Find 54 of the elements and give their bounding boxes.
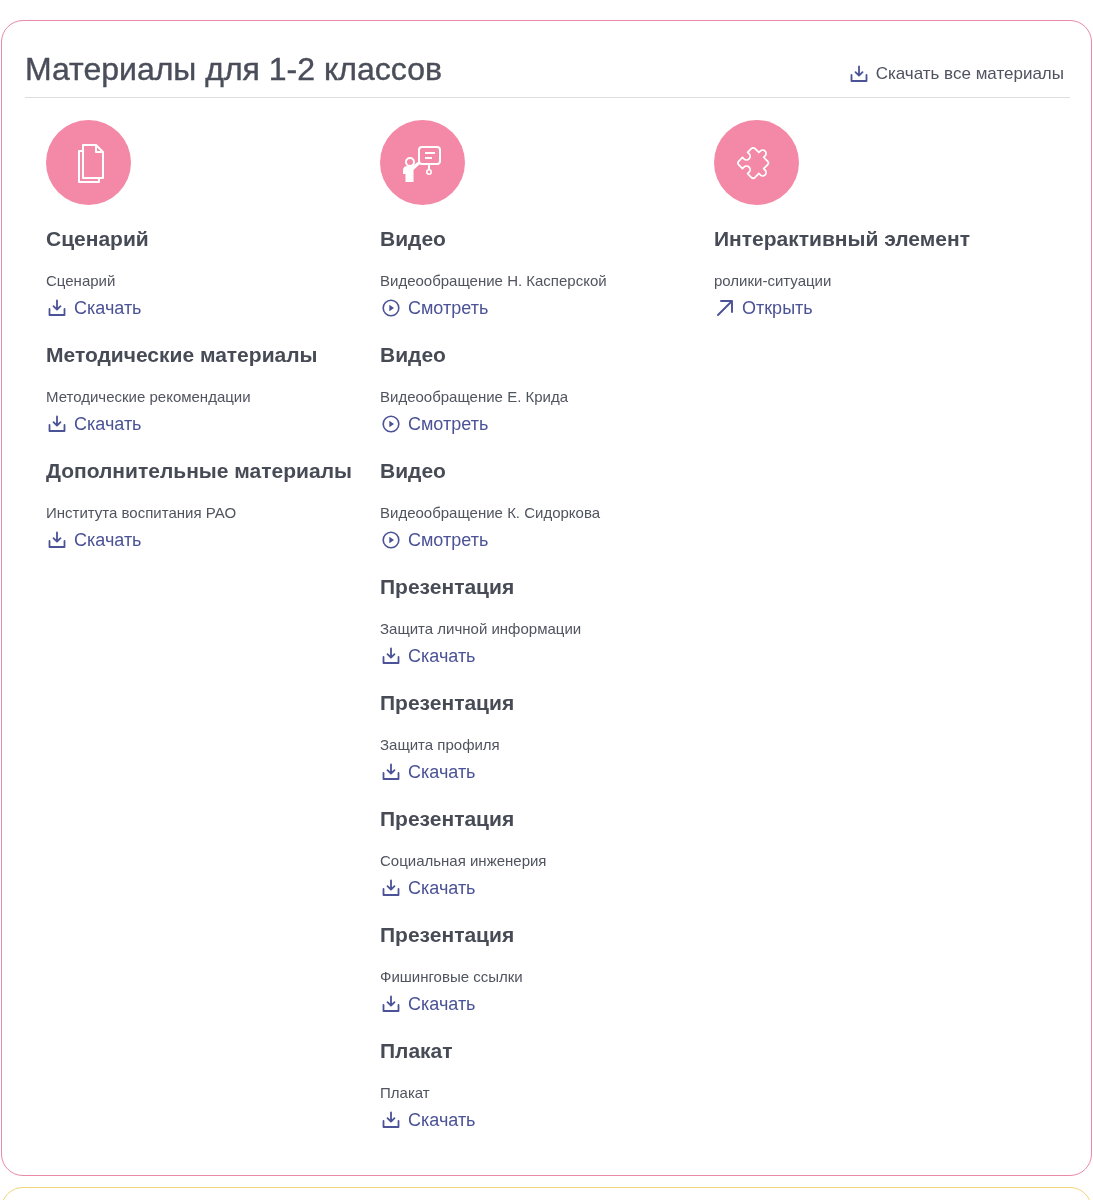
play-icon: [382, 415, 400, 433]
download-link[interactable]: Скачать: [48, 295, 142, 321]
material-heading: Презентация: [380, 806, 515, 832]
watch-link[interactable]: Смотреть: [382, 411, 489, 437]
material-name: Защита личной информации: [380, 619, 582, 639]
download-icon: [382, 1111, 400, 1129]
download-link[interactable]: Скачать: [48, 527, 142, 553]
download-icon: [48, 299, 66, 317]
section-title: Материалы для 1-2 классов: [25, 50, 442, 89]
material-name: Плакат: [380, 1083, 430, 1103]
download-all-link[interactable]: Скачать все материалы: [849, 61, 1064, 87]
material-name: Методические рекомендации: [46, 387, 251, 407]
material-heading: Плакат: [380, 1038, 453, 1064]
material-name: Защита профиля: [380, 735, 500, 755]
download-icon: [382, 763, 400, 781]
download-icon: [48, 531, 66, 549]
material-heading: Методические материалы: [46, 342, 318, 368]
material-name: Сценарий: [46, 271, 116, 291]
material-name: ролики-ситуации: [714, 271, 832, 291]
material-name: Видеообращение Е. Крида: [380, 387, 569, 407]
download-link[interactable]: Скачать: [382, 875, 476, 901]
download-link[interactable]: Скачать: [382, 643, 476, 669]
download-icon: [382, 647, 400, 665]
arrow-icon: [716, 299, 734, 317]
download-link[interactable]: Скачать: [382, 759, 476, 785]
play-icon: [382, 531, 400, 549]
material-name: Фишинговые ссылки: [380, 967, 523, 987]
material-heading: Видео: [380, 458, 446, 484]
open-link[interactable]: Открыть: [716, 295, 813, 321]
material-heading: Сценарий: [46, 226, 149, 252]
material-heading: Презентация: [380, 922, 515, 948]
watch-link[interactable]: Смотреть: [382, 295, 489, 321]
download-link[interactable]: Скачать: [382, 1107, 476, 1133]
download-link[interactable]: Скачать: [382, 991, 476, 1017]
material-heading: Видео: [380, 342, 446, 368]
watch-link[interactable]: Смотреть: [382, 527, 489, 553]
material-heading: Презентация: [380, 690, 515, 716]
material-name: Видеообращение К. Сидоркова: [380, 503, 601, 523]
download-link[interactable]: Скачать: [48, 411, 142, 437]
documents-icon: [46, 120, 131, 205]
material-heading: Интерактивный элемент: [714, 226, 970, 252]
material-heading: Видео: [380, 226, 446, 252]
download-icon: [382, 879, 400, 897]
play-icon: [382, 299, 400, 317]
material-name: Института воспитания РАО: [46, 503, 237, 523]
presenter-icon: [380, 120, 465, 205]
download-icon: [849, 65, 868, 83]
download-icon: [382, 995, 400, 1013]
material-name: Видеообращение Н. Касперской: [380, 271, 607, 291]
puzzle-icon: [714, 120, 799, 205]
material-name: Социальная инженерия: [380, 851, 547, 871]
download-icon: [48, 415, 66, 433]
material-heading: Дополнительные материалы: [46, 458, 352, 484]
material-heading: Презентация: [380, 574, 515, 600]
